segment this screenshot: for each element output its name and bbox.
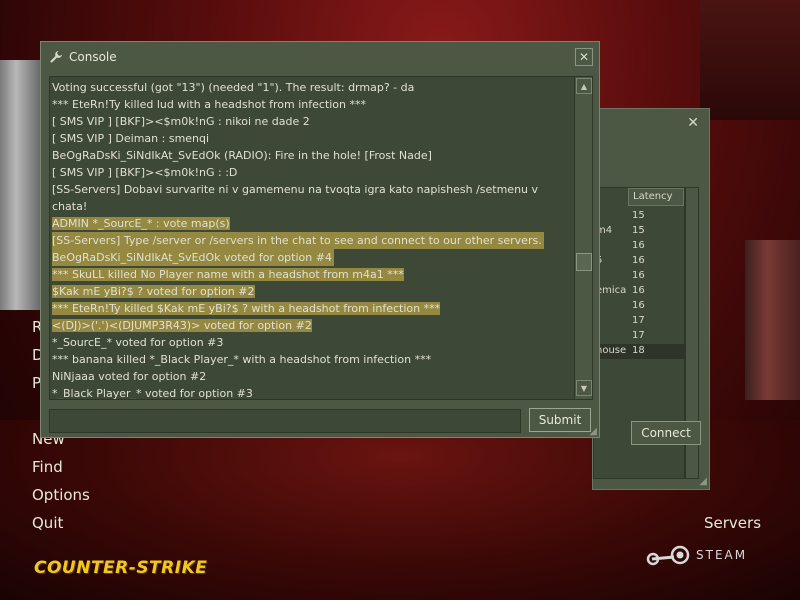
table-row[interactable]: 16	[594, 299, 684, 314]
console-log-line: *** EteRn!Ty killed lud with a headshot …	[52, 98, 367, 111]
menu-item-find-servers[interactable]: Find	[32, 458, 63, 476]
console-log-line-text: $Kak mE yBi?$ ? voted for option #2	[52, 285, 255, 298]
scroll-up-icon[interactable]: ▲	[576, 78, 592, 94]
servers-link[interactable]: Servers	[704, 514, 761, 532]
console-command-input[interactable]	[49, 409, 521, 433]
menu-item-quit[interactable]: Quit	[32, 514, 63, 532]
scroll-down-icon[interactable]: ▼	[576, 380, 592, 396]
console-log-line: Voting successful (got "13") (needed "1"…	[52, 81, 415, 94]
console-log-line: *** banana killed *_Black Player_* with …	[52, 353, 432, 366]
console-log-line: $Kak mE yBi?$ ? voted for option #2	[50, 283, 576, 300]
console-log-line: BeOgRaDsKi_SiNdIkAt_SvEdOk voted for opt…	[50, 249, 576, 266]
column-header-latency[interactable]: Latency	[628, 188, 684, 206]
console-log-line-text: <(DJ)>('.')<(DJUMP3R43)> voted for optio…	[52, 319, 312, 332]
steam-icon	[646, 545, 690, 566]
console-log-line: ADMIN *_SourcE_* : vote map(s)	[50, 215, 576, 232]
console-window: Console ✕ Voting successful (got "13") (…	[40, 41, 600, 438]
table-row[interactable]: 16	[594, 239, 684, 254]
table-row[interactable]: m4 15	[594, 224, 684, 239]
console-log-line: *** EteRn!Ty killed $Kak mE yBi?$ ? with…	[50, 300, 576, 317]
background-container-right	[745, 240, 800, 400]
console-titlebar[interactable]: Console	[41, 42, 599, 72]
table-row[interactable]: emica 16	[594, 284, 684, 299]
table-row[interactable]: 16	[594, 269, 684, 284]
menu-item-options[interactable]: Options	[32, 486, 90, 504]
table-row-selected[interactable]: house 18	[594, 344, 684, 359]
console-log-line: BeOgRaDsKi_SiNdIkAt_SvEdOk (RADIO): Fire…	[52, 149, 432, 162]
console-log[interactable]: Voting successful (got "13") (needed "1"…	[49, 76, 593, 400]
connect-button[interactable]: Connect	[631, 421, 701, 445]
console-log-line: [ SMS VIP ] Deiman : smenqi	[52, 132, 210, 145]
console-log-line: *_SourcE_* voted for option #3	[52, 336, 224, 349]
resize-grip-icon[interactable]: ◢	[589, 426, 597, 437]
console-log-line: [SS-Servers] Type /server or /servers in…	[50, 232, 576, 249]
console-log-line: [ SMS VIP ] [BKF]><$m0k!nG : :D	[52, 166, 238, 179]
submit-button[interactable]: Submit	[529, 408, 591, 432]
close-icon[interactable]: ✕	[687, 115, 699, 131]
steam-logo: STEAM	[646, 544, 747, 566]
console-log-line-text: ADMIN *_SourcE_* : vote map(s)	[52, 217, 230, 230]
console-log-line: NiNjaaa voted for option #2	[52, 370, 207, 383]
background-crate	[700, 0, 800, 120]
console-log-line: <(DJ)>('.')<(DJUMP3R43)> voted for optio…	[50, 317, 576, 334]
console-log-line-text: *** SkuLL killed No Player name with a h…	[52, 268, 404, 281]
console-log-line: [ SMS VIP ] [BKF]><$m0k!nG : nikoi ne da…	[52, 115, 310, 128]
console-log-line-text: [SS-Servers] Type /server or /servers in…	[52, 232, 544, 249]
table-row[interactable]: 17	[594, 314, 684, 329]
console-scrollbar[interactable]: ▲ ▼	[574, 77, 592, 399]
background-wall-left	[0, 60, 40, 310]
scroll-thumb[interactable]	[576, 253, 592, 271]
resize-grip-icon[interactable]: ◢	[699, 476, 707, 487]
table-row[interactable]: 17	[594, 329, 684, 344]
table-row[interactable]: 15	[594, 209, 684, 224]
console-title: Console	[69, 50, 117, 64]
console-log-line: [SS-Servers] Dobavi survarite ni v gamem…	[52, 183, 539, 213]
table-row[interactable]: 516	[594, 254, 684, 269]
wrench-icon	[50, 51, 62, 63]
server-browser-window: ✕ Latency 15 m415 16 516 16 emica16 16 1…	[592, 108, 710, 490]
close-icon[interactable]: ✕	[575, 48, 593, 66]
console-log-line-text: BeOgRaDsKi_SiNdIkAt_SvEdOk voted for opt…	[52, 249, 334, 266]
console-log-lines: Voting successful (got "13") (needed "1"…	[50, 79, 576, 400]
console-log-line: *** SkuLL killed No Player name with a h…	[50, 266, 576, 283]
console-log-line-text: *** EteRn!Ty killed $Kak mE yBi?$ ? with…	[52, 302, 441, 315]
steam-text: STEAM	[696, 548, 748, 562]
console-log-line: *_Black Player_* voted for option #3	[52, 387, 253, 400]
counter-strike-logo: COUNTER-STRIKE	[34, 558, 208, 578]
